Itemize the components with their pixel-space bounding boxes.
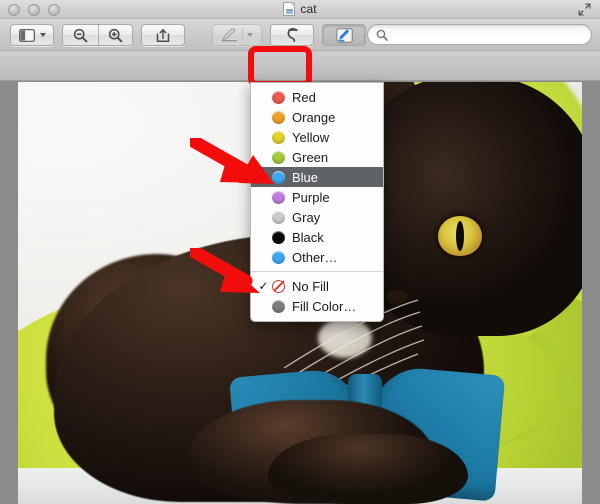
menu-item-black[interactable]: Black <box>251 227 383 247</box>
share-arrow-icon <box>156 28 170 42</box>
menu-item-gray[interactable]: Gray <box>251 207 383 227</box>
menu-item-label: Fill Color… <box>292 298 357 314</box>
color-swatch <box>272 299 285 313</box>
menu-item-label: Other… <box>292 249 338 265</box>
menu-item-label: Black <box>292 229 324 245</box>
color-swatch <box>272 90 285 104</box>
color-swatch <box>272 110 285 124</box>
zoom-segmented-control <box>62 24 133 46</box>
menu-item-purple[interactable]: Purple <box>251 187 383 207</box>
rotate-button[interactable] <box>270 24 314 46</box>
search-icon <box>376 29 388 41</box>
search-input[interactable] <box>393 28 573 41</box>
zoom-in-button[interactable] <box>97 25 133 45</box>
annotation-arrow-blue <box>190 138 274 184</box>
menu-item-label: Red <box>292 89 316 105</box>
cat-paws <box>268 434 468 504</box>
menu-item-label: Yellow <box>292 129 330 145</box>
document-icon <box>283 2 296 16</box>
color-swatch <box>272 210 285 224</box>
menu-item-orange[interactable]: Orange <box>251 107 383 127</box>
fullscreen-icon[interactable] <box>578 3 591 16</box>
menu-item-label: Blue <box>292 169 319 185</box>
cat-pupil <box>456 221 464 251</box>
menu-item-label: Purple <box>292 189 330 205</box>
share-button[interactable] <box>141 24 185 46</box>
window-title-group: cat <box>0 2 600 16</box>
magnifier-plus-icon <box>108 28 123 42</box>
color-swatch <box>272 190 285 204</box>
markup-pencil-icon <box>335 27 353 43</box>
sidebar-icon <box>18 28 35 42</box>
search-field[interactable] <box>367 24 592 45</box>
menu-item-label: No Fill <box>292 278 329 294</box>
chevron-down-icon <box>39 33 46 37</box>
pen-strikethrough-icon <box>222 28 237 42</box>
cat-eye <box>438 216 482 256</box>
color-swatch <box>272 230 285 244</box>
magnifier-minus-icon <box>73 28 88 42</box>
rotate-left-icon <box>287 27 298 43</box>
menu-item-label: Orange <box>292 109 336 125</box>
markup-pen-button[interactable] <box>212 24 262 46</box>
show-markup-toolbar-button[interactable] <box>322 24 366 46</box>
zoom-out-button[interactable] <box>63 25 98 45</box>
preview-window: cat Red Orange Yellow Green Blue Purple … <box>0 0 600 504</box>
chevron-down-icon <box>247 33 253 37</box>
menu-item-red[interactable]: Red <box>251 87 383 107</box>
window-title: cat <box>300 2 317 16</box>
title-bar: cat <box>0 0 600 19</box>
annotation-arrow-no-fill <box>190 248 260 293</box>
sidebar-view-button[interactable] <box>10 24 54 46</box>
menu-item-label: Gray <box>292 209 321 225</box>
divider <box>242 27 243 43</box>
fill-color-highlight-box <box>248 46 312 87</box>
menu-item-label: Green <box>292 149 329 165</box>
